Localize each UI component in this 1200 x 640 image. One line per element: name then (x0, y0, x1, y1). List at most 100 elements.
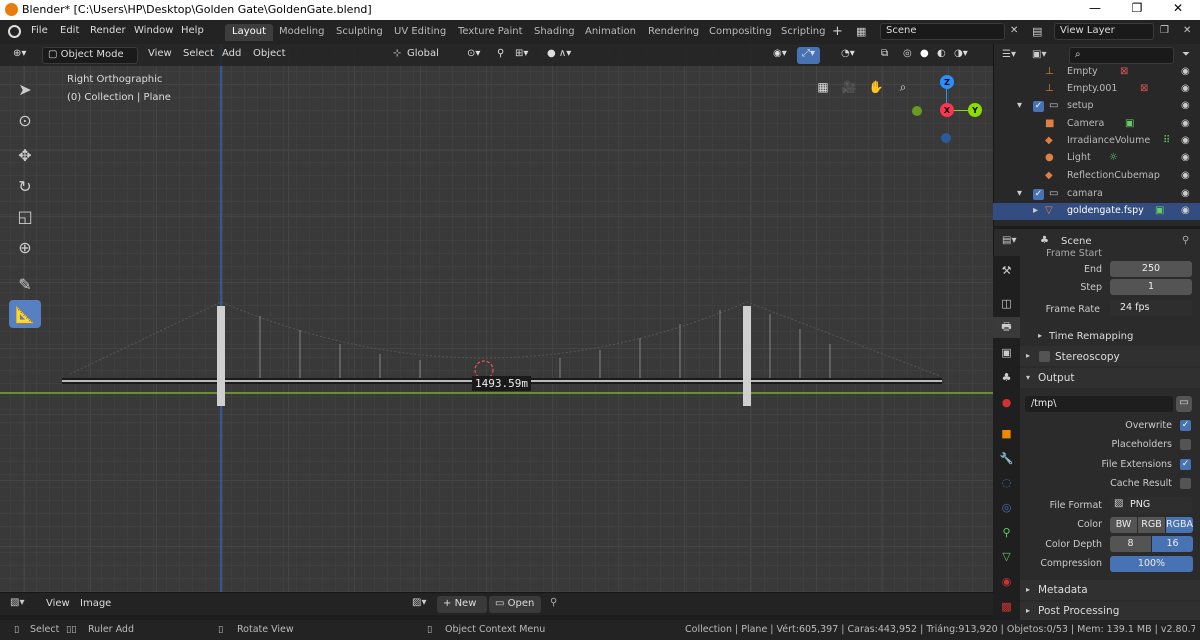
expand-icon[interactable]: ▾ (1017, 188, 1022, 199)
color-rgb-button[interactable]: RGB (1138, 517, 1165, 533)
pin-icon[interactable]: ⚲ (1182, 235, 1189, 246)
expand-icon[interactable]: ▾ (1017, 100, 1022, 111)
minimize-button[interactable]: — (1080, 1, 1110, 15)
snap-icon[interactable]: ⚲ (492, 47, 509, 64)
eye-icon[interactable]: ◉ (1181, 152, 1190, 163)
output-panel[interactable]: Output (1038, 372, 1074, 384)
view-layer-copy-icon[interactable]: ❐ (1160, 25, 1169, 36)
outliner-row[interactable]: ◆ ReflectionCubemap ◉ (993, 168, 1200, 185)
outliner-row[interactable]: ▾ ✓ ▭ camara ◉ (993, 186, 1200, 203)
eye-icon[interactable]: ◉ (1181, 83, 1190, 94)
visibility-icon[interactable]: ◉▾ (768, 47, 792, 64)
compression-slider[interactable]: 100% (1110, 556, 1193, 572)
object-tab-icon[interactable]: ■ (993, 423, 1020, 444)
expand-icon[interactable]: ▸ (1033, 205, 1038, 216)
eye-icon[interactable]: ◉ (1181, 66, 1190, 77)
frame-rate-dropdown[interactable]: 24 fps (1110, 300, 1192, 316)
eye-icon[interactable]: ◉ (1181, 188, 1190, 199)
depth-8-button[interactable]: 8 (1110, 536, 1151, 552)
outliner-row[interactable]: ■ Camera ▣ ◉ (993, 116, 1200, 133)
editor-type-icon[interactable]: ⊕▾ (8, 47, 31, 64)
eye-icon[interactable]: ◉ (1181, 205, 1190, 216)
outliner-row[interactable]: ⊥ Empty.001 ⊠ ◉ (993, 81, 1200, 98)
stereoscopy-panel[interactable]: Stereoscopy (1055, 351, 1120, 363)
display-mode-icon[interactable]: ▣▾ (1032, 49, 1046, 60)
pivot-icon[interactable]: ⊙▾ (462, 47, 485, 64)
view-layer-icon[interactable]: ▤ (1032, 25, 1042, 38)
eye-icon[interactable]: ◉ (1181, 118, 1190, 129)
blender-menu-icon[interactable] (8, 25, 21, 38)
step-field[interactable]: 1 (1110, 279, 1192, 295)
add-workspace-button[interactable]: + (832, 24, 843, 39)
outliner-search-input[interactable]: ⌕ (1069, 47, 1174, 64)
tab-texture-paint[interactable]: Texture Paint (451, 24, 530, 41)
tab-sculpting[interactable]: Sculpting (329, 24, 390, 41)
outliner-row-selected[interactable]: ▸ ▽ goldengate.fspy ▣ ◉ (993, 203, 1200, 220)
stereoscopy-checkbox[interactable] (1039, 351, 1050, 362)
transform-tool-icon[interactable]: ⊕ (9, 233, 41, 261)
gizmo-neg-y[interactable] (912, 106, 922, 116)
tab-compositing[interactable]: Compositing (702, 24, 779, 41)
image-menu-image[interactable]: Image (80, 598, 111, 609)
tab-animation[interactable]: Animation (578, 24, 643, 41)
tab-modeling[interactable]: Modeling (272, 24, 332, 41)
move-tool-icon[interactable]: ✥ (9, 141, 41, 169)
image-menu-view[interactable]: View (46, 598, 70, 609)
wireframe-shading-icon[interactable]: ◎ (898, 47, 917, 64)
zoom-view-icon[interactable]: ⌕ (893, 77, 913, 97)
properties-editor-icon[interactable]: ▤▾ (1002, 235, 1016, 246)
menu-help[interactable]: Help (181, 25, 204, 36)
outliner-row[interactable]: ⊥ Empty ⊠ ◉ (993, 64, 1200, 81)
eye-icon[interactable]: ◉ (1181, 170, 1190, 181)
outliner-row[interactable]: ◆ IrradianceVolume ⠿ ◉ (993, 133, 1200, 150)
pin-icon[interactable]: ⚲ (550, 597, 557, 608)
time-remapping-panel[interactable]: Time Remapping (1049, 331, 1133, 342)
tool-tab-icon[interactable]: ⚒ (993, 260, 1020, 281)
measure-tool-icon[interactable]: 📐 (9, 300, 41, 328)
overwrite-checkbox[interactable]: ✓ (1180, 420, 1191, 431)
scene-selector-icon[interactable]: ▦ (856, 25, 876, 40)
scene-delete-icon[interactable]: ✕ (1010, 25, 1018, 36)
tab-scripting[interactable]: Scripting (774, 24, 832, 41)
new-image-button[interactable]: + New (437, 596, 487, 613)
placeholders-checkbox[interactable] (1180, 439, 1191, 450)
tab-rendering[interactable]: Rendering (641, 24, 706, 41)
render-tab-icon[interactable]: ◫ (993, 293, 1020, 314)
menu-render[interactable]: Render (90, 25, 126, 36)
gizmo-z-axis[interactable]: Z (940, 75, 954, 89)
eye-icon[interactable]: ◉ (1181, 100, 1190, 111)
vp-menu-add[interactable]: Add (217, 47, 246, 64)
solid-shading-icon[interactable]: ● (915, 47, 934, 64)
scene-field[interactable]: Scene (880, 23, 1005, 40)
depth-16-button[interactable]: 16 (1152, 536, 1193, 552)
folder-icon[interactable]: ▭ (1176, 396, 1192, 412)
scene-tab-icon[interactable]: ♣ (993, 367, 1020, 388)
cache-result-checkbox[interactable] (1180, 478, 1191, 489)
pan-view-icon[interactable]: ✋ (866, 77, 886, 97)
constraint-tab-icon[interactable]: ⚲ (993, 522, 1020, 543)
close-button[interactable]: ✕ (1163, 1, 1193, 15)
color-bw-button[interactable]: BW (1110, 517, 1137, 533)
orientation-dropdown[interactable]: Global (402, 47, 444, 64)
filter-icon[interactable]: ⏷ (1182, 49, 1190, 60)
modifier-tab-icon[interactable]: 🔧 (993, 448, 1020, 469)
texture-tab-icon[interactable]: ▩ (993, 596, 1020, 617)
mode-selector[interactable]: ▢ Object Mode (42, 47, 138, 64)
view-layer-field[interactable]: View Layer (1054, 23, 1154, 40)
view-layer-delete-icon[interactable]: ✕ (1183, 25, 1191, 36)
outliner-row[interactable]: ▾ ✓ ▭ setup ◉ (993, 98, 1200, 115)
eye-icon[interactable]: ◉ (1181, 135, 1190, 146)
open-image-button[interactable]: ▭ Open (489, 596, 541, 613)
annotate-tool-icon[interactable]: ✎ (9, 270, 41, 298)
menu-file[interactable]: File (31, 25, 48, 36)
material-tab-icon[interactable]: ◉ (993, 571, 1020, 592)
gizmo-y-axis[interactable]: Y (968, 103, 982, 117)
outliner-row[interactable]: ● Light ☼ ◉ (993, 150, 1200, 167)
output-tab-icon[interactable]: 🖶 (993, 317, 1020, 338)
vp-menu-select[interactable]: Select (178, 47, 219, 64)
collection-checkbox[interactable]: ✓ (1033, 101, 1044, 112)
file-extensions-checkbox[interactable]: ✓ (1180, 459, 1191, 470)
maximize-button[interactable]: ❐ (1122, 1, 1152, 15)
world-tab-icon[interactable]: ● (993, 392, 1020, 413)
scale-tool-icon[interactable]: ◱ (9, 202, 41, 230)
